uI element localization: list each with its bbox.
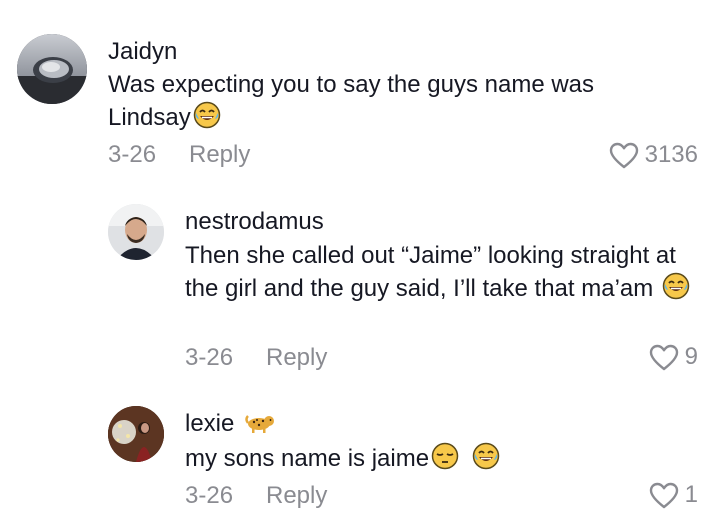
like-count: 1 xyxy=(684,481,698,508)
comment-thread: Jaidyn Was expecting you to say the guys… xyxy=(0,0,702,531)
leopard-emoji xyxy=(245,415,275,433)
comment-text: my sons name is jaime xyxy=(185,442,700,475)
reply-button[interactable]: Reply xyxy=(266,482,327,510)
avatar[interactable] xyxy=(108,406,164,462)
comment-username-text: lexie xyxy=(185,410,235,437)
comment-text-body: my sons name is jaime xyxy=(185,445,430,472)
comment-username[interactable]: lexie xyxy=(185,410,275,438)
avatar-image xyxy=(108,406,164,462)
comment-date: 3-26 xyxy=(185,482,234,509)
joy-tears-emoji xyxy=(472,442,499,470)
heart-outline-icon xyxy=(649,482,678,508)
reply-comment-item: lexie my sons name is jaime 3-26 Reply 1 xyxy=(0,0,702,531)
pensive-emoji xyxy=(431,442,459,470)
like-button[interactable]: 1 xyxy=(649,481,698,509)
